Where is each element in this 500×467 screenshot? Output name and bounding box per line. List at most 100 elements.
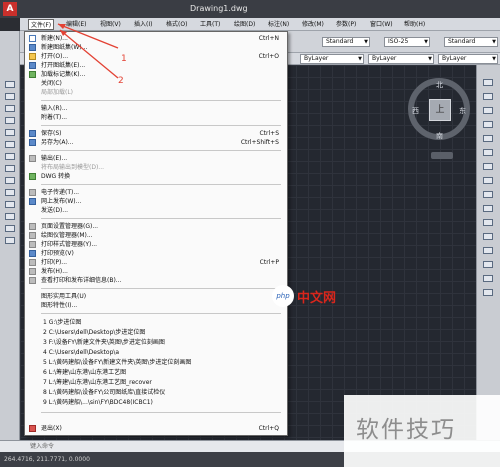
recent-file-2[interactable]: 2 C:\Users\dell\Desktop\步进定位图	[25, 328, 287, 337]
menu-tools[interactable]: 工具(T)	[198, 19, 222, 30]
offset-tool-icon[interactable]	[483, 121, 493, 128]
polyline-tool-icon[interactable]	[5, 93, 15, 100]
menu-item-plotter-manager[interactable]: 绘图仪管理器(M)...	[25, 231, 287, 240]
line-tool-icon[interactable]	[5, 81, 15, 88]
dwg-convert-icon	[29, 173, 36, 180]
menu-window[interactable]: 窗口(W)	[368, 19, 395, 30]
menu-item-drawing-properties[interactable]: 图形特性(I)...	[25, 301, 287, 310]
recent-file-8[interactable]: 8 L:\黄码建船\设备FY\公司图纸库\直接试检仪	[25, 388, 287, 397]
menu-format[interactable]: 格式(O)	[164, 19, 189, 30]
menu-item-attach[interactable]: 附着(T)...	[25, 113, 287, 122]
array-tool-icon[interactable]	[483, 135, 493, 142]
preview-icon	[29, 250, 36, 257]
compass-south[interactable]: 南	[436, 131, 443, 141]
recent-file-6[interactable]: 6 L:\筹建\山东港\山东港工艺图	[25, 368, 287, 377]
move-tool-icon[interactable]	[483, 149, 493, 156]
linetype-combo[interactable]: ByLayer ▼	[368, 54, 434, 64]
print-icon	[29, 259, 36, 266]
fillet-tool-icon[interactable]	[483, 275, 493, 282]
table-style-combo[interactable]: Standard ▼	[444, 37, 498, 47]
text-style-combo[interactable]: Standard ▼	[322, 37, 370, 47]
copy-tool-icon[interactable]	[483, 93, 493, 100]
chamfer-tool-icon[interactable]	[483, 261, 493, 268]
mirror-tool-icon[interactable]	[483, 107, 493, 114]
scale-tool-icon[interactable]	[483, 177, 493, 184]
recent-file-7[interactable]: 7 L:\筹建\山东港\山东港工艺图_recover	[25, 378, 287, 387]
menu-item-save[interactable]: 保存(S) Ctrl+S	[25, 129, 287, 138]
menu-item-drawing-utilities[interactable]: 图形实用工具(U)▶	[25, 292, 287, 301]
break-tool-icon[interactable]	[483, 233, 493, 240]
lineweight-combo[interactable]: ByLayer ▼	[438, 54, 498, 64]
hatch-tool-icon[interactable]	[5, 201, 15, 208]
title-bar: A Drawing1.dwg	[0, 0, 500, 18]
arc-tool-icon[interactable]	[5, 129, 15, 136]
menu-insert[interactable]: 插入(I)	[132, 19, 154, 30]
menu-item-new[interactable]: 新建(N)... Ctrl+N	[25, 34, 287, 43]
compass-west[interactable]: 西	[412, 106, 419, 116]
app-logo-icon[interactable]: A	[3, 2, 17, 16]
recent-file-1[interactable]: 1 G:\步进位图	[25, 318, 287, 327]
viewcube-face[interactable]: 上	[429, 99, 451, 121]
recent-file-5[interactable]: 5 L:\黄码建船\设备FY\新建文件夹\英图\步进定位刻画图	[25, 358, 287, 367]
erase-tool-icon[interactable]	[483, 79, 493, 86]
menu-item-plot-style-manager[interactable]: 打印样式管理器(Y)...	[25, 240, 287, 249]
menu-item-import[interactable]: 输入(R)...	[25, 104, 287, 113]
new-doc-icon	[29, 35, 36, 42]
menu-edit[interactable]: 编辑(E)	[64, 19, 88, 30]
menu-parametric[interactable]: 参数(P)	[334, 19, 358, 30]
extend-tool-icon[interactable]	[483, 219, 493, 226]
menu-dimension[interactable]: 标注(N)	[266, 19, 291, 30]
menu-item-open[interactable]: 打开(O)... Ctrl+O	[25, 52, 287, 61]
ellipse-tool-icon[interactable]	[5, 165, 15, 172]
recent-file-4[interactable]: 4 C:\Users\dell\Desktop\a	[25, 348, 287, 357]
menu-bar: 文件(F) 编辑(E) 视图(V) 插入(I) 格式(O) 工具(T) 绘图(D…	[20, 18, 500, 31]
menu-item-new-sheetset[interactable]: 新建图纸集(W)...	[25, 43, 287, 52]
menu-item-publish-web[interactable]: 网上发布(W)...	[25, 197, 287, 206]
menu-item-exit[interactable]: 退出(X) Ctrl+Q	[25, 424, 287, 433]
menu-modify[interactable]: 修改(M)	[300, 19, 326, 30]
menu-item-page-setup[interactable]: 页面设置管理器(G)...	[25, 222, 287, 231]
region-tool-icon[interactable]	[5, 213, 15, 220]
point-tool-icon[interactable]	[5, 189, 15, 196]
draw-toolbar	[0, 31, 20, 451]
menu-item-load-markup[interactable]: 加载标记集(K)...	[25, 70, 287, 79]
trim-tool-icon[interactable]	[483, 205, 493, 212]
rotate-tool-icon[interactable]	[483, 163, 493, 170]
menu-item-close[interactable]: 关闭(C)	[25, 79, 287, 88]
menu-item-export[interactable]: 输出(E)...	[25, 154, 287, 163]
mtext-tool-icon[interactable]	[5, 237, 15, 244]
menu-view[interactable]: 视图(V)	[98, 19, 123, 30]
block-tool-icon[interactable]	[5, 177, 15, 184]
layer-color-combo[interactable]: ByLayer ▼	[300, 54, 364, 64]
compass-north[interactable]: 北	[436, 80, 443, 90]
table-tool-icon[interactable]	[5, 225, 15, 232]
stretch-tool-icon[interactable]	[483, 191, 493, 198]
rectangle-tool-icon[interactable]	[5, 117, 15, 124]
compass-east[interactable]: 东	[459, 106, 466, 116]
menu-item-partial-load: 局部加载(L)	[41, 89, 74, 96]
menu-item-print[interactable]: 打印(P)... Ctrl+P	[25, 258, 287, 267]
recent-file-9[interactable]: 9 L:\黄码建船\...\sin\FY\BDC48(ICBC1)	[25, 398, 287, 407]
menu-item-save-as[interactable]: 另存为(A)... Ctrl+Shift+S	[25, 138, 287, 147]
exit-icon	[29, 425, 36, 432]
spline-tool-icon[interactable]	[5, 153, 15, 160]
menu-draw[interactable]: 绘图(D)	[232, 19, 257, 30]
sheetset-icon	[29, 44, 36, 51]
circle-tool-icon[interactable]	[5, 141, 15, 148]
menu-item-plot-preview[interactable]: 打印预览(V)	[25, 249, 287, 258]
command-line-placeholder: 键入命令	[30, 443, 55, 450]
wcs-menu-button[interactable]	[431, 152, 453, 159]
menu-item-etransmit[interactable]: 电子传递(T)...	[25, 188, 287, 197]
explode-tool-icon[interactable]	[483, 289, 493, 296]
menu-item-plot-details[interactable]: 查看打印和发布详细信息(B)...	[25, 276, 287, 285]
polygon-tool-icon[interactable]	[5, 105, 15, 112]
recent-file-3[interactable]: 3 F:\设备FY\新建文件夹\英图\步进定位刻画图	[25, 338, 287, 347]
menu-help[interactable]: 帮助(H)	[402, 19, 427, 30]
menu-item-publish[interactable]: 发布(H)...	[25, 267, 287, 276]
dim-style-combo[interactable]: ISO-25 ▼	[384, 37, 430, 47]
menu-item-dwg-convert[interactable]: DWG 转换	[25, 172, 287, 181]
menu-file[interactable]: 文件(F)	[28, 19, 55, 30]
join-tool-icon[interactable]	[483, 247, 493, 254]
menu-item-open-sheetset[interactable]: 打开图纸集(E)...	[25, 61, 287, 70]
menu-item-send[interactable]: 发送(D)...	[25, 206, 287, 215]
